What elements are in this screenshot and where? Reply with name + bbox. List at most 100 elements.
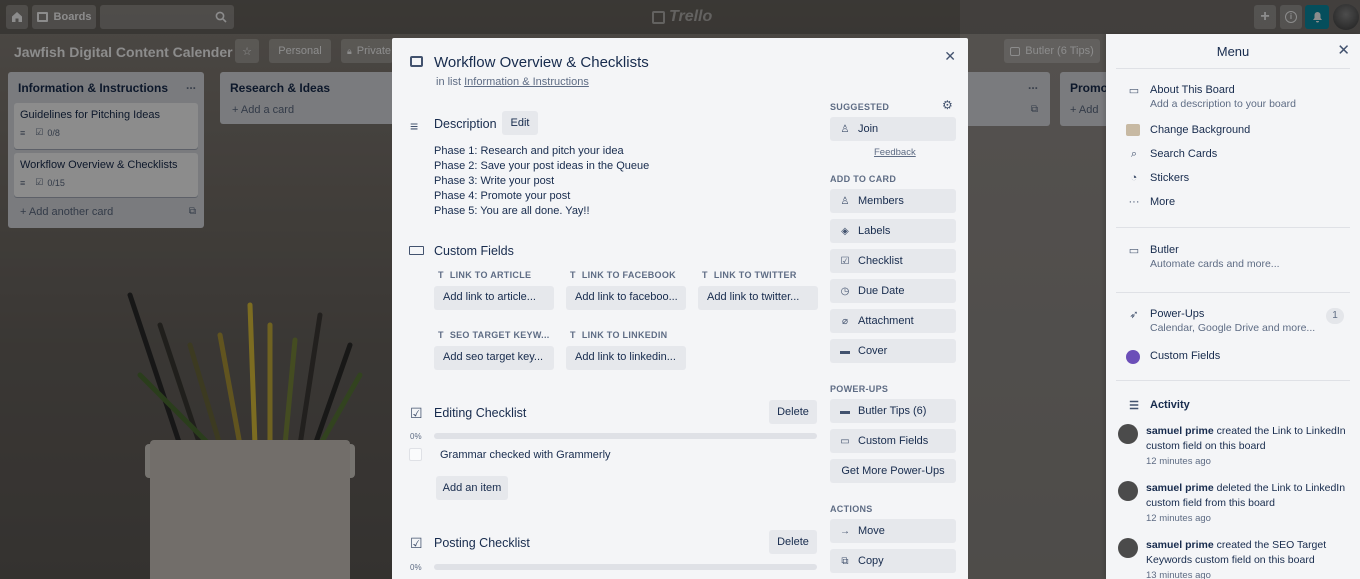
more-item[interactable]: ··· More xyxy=(1126,196,1176,208)
checklist-item-text[interactable]: Grammar checked with Grammerly xyxy=(440,449,611,461)
activity-time[interactable]: 12 minutes ago xyxy=(1146,511,1350,526)
stickers-item[interactable]: ◔ Stickers xyxy=(1126,172,1189,184)
more-icon: ··· xyxy=(1128,196,1140,208)
field-label-facebook: T LINK TO FACEBOOK xyxy=(570,270,676,280)
link-to-twitter-field[interactable]: Add link to twitter... xyxy=(698,286,818,310)
about-board-item[interactable]: ▭ About This Board Add a description to … xyxy=(1126,84,1296,110)
custom-fields-button[interactable]: ▭ Custom Fields xyxy=(830,429,956,453)
avatar[interactable] xyxy=(1118,481,1138,501)
avatar[interactable] xyxy=(1118,424,1138,444)
change-background-item[interactable]: Change Background xyxy=(1126,124,1250,136)
copy-icon: ⧉ xyxy=(841,555,849,567)
search-cards-item[interactable]: ⌕ Search Cards xyxy=(1126,148,1217,161)
activity-user[interactable]: samuel prime xyxy=(1146,539,1214,551)
checklist-progress-bar xyxy=(434,564,817,570)
activity-entry: samuel prime created the Link to LinkedI… xyxy=(1118,424,1350,469)
activity-user[interactable]: samuel prime xyxy=(1146,482,1214,494)
in-list-line: in list Information & Instructions xyxy=(436,76,589,88)
custom-fields-label: Custom Fields xyxy=(1150,350,1221,362)
custom-fields-icon: ▭ xyxy=(840,435,850,447)
close-icon: ✕ xyxy=(944,48,956,64)
field-label-twitter: T LINK TO TWITTER xyxy=(702,270,797,280)
description-line: Phase 3: Write your post xyxy=(434,175,555,187)
search-cards-label: Search Cards xyxy=(1150,148,1218,160)
close-card-button[interactable]: ✕ xyxy=(944,48,956,65)
posting-checklist-title[interactable]: Posting Checklist xyxy=(434,536,530,550)
attachment-button[interactable]: ⌀ Attachment xyxy=(830,309,956,333)
powerups-count-badge: 1 xyxy=(1326,308,1344,324)
person-icon: ♙ xyxy=(840,195,850,207)
delete-editing-checklist-button[interactable]: Delete xyxy=(769,400,817,424)
about-board-sub: Add a description to your board xyxy=(1150,98,1296,110)
checklist-icon: ☑ xyxy=(840,255,850,267)
text-field-icon: T xyxy=(570,330,576,340)
text-field-icon: T xyxy=(702,270,708,280)
about-board-label: About This Board xyxy=(1150,84,1235,96)
due-date-button[interactable]: ◷ Due Date xyxy=(830,279,956,303)
seo-target-keywords-field[interactable]: Add seo target key... xyxy=(434,346,554,370)
description-line: Phase 4: Promote your post xyxy=(434,190,571,202)
butler-item[interactable]: ▭ Butler Automate cards and more... xyxy=(1126,244,1280,270)
activity-time[interactable]: 13 minutes ago xyxy=(1146,568,1350,579)
add-checklist-item-button[interactable]: Add an item xyxy=(436,476,508,500)
field-label-linkedin: T LINK TO LINKEDIN xyxy=(570,330,668,340)
cover-button[interactable]: ▬ Cover xyxy=(830,339,956,363)
custom-fields-icon xyxy=(409,246,424,255)
members-button[interactable]: ♙ Members xyxy=(830,189,956,213)
activity-entry: samuel prime deleted the Link to LinkedI… xyxy=(1118,481,1350,526)
custom-fields-icon xyxy=(1126,350,1140,364)
butler-icon: ▭ xyxy=(1128,245,1140,257)
custom-fields-powerup-item[interactable]: Custom Fields xyxy=(1126,350,1220,364)
field-label-seo: T SEO TARGET KEYW... xyxy=(438,330,550,340)
powerups-item[interactable]: ➶ Power-Ups Calendar, Google Drive and m… xyxy=(1126,308,1315,334)
feedback-link[interactable]: Feedback xyxy=(874,147,916,158)
link-to-linkedin-field[interactable]: Add link to linkedin... xyxy=(566,346,686,370)
card-detail-modal: ✕ Workflow Overview & Checklists in list… xyxy=(392,38,968,579)
editing-checklist-title[interactable]: Editing Checklist xyxy=(434,406,526,420)
butler-icon: ▬ xyxy=(840,405,850,417)
avatar[interactable] xyxy=(1118,538,1138,558)
butler-tips-button[interactable]: ▬ Butler Tips (6) xyxy=(830,399,956,423)
in-list-link[interactable]: Information & Instructions xyxy=(464,76,589,88)
cover-icon: ▬ xyxy=(840,345,850,357)
edit-description-button[interactable]: Edit xyxy=(502,111,538,135)
description-heading: Description xyxy=(434,117,497,131)
suggested-heading: SUGGESTED xyxy=(830,102,890,112)
description-text[interactable]: Phase 1: Research and pitch your idea Ph… xyxy=(434,144,649,219)
description-line: Phase 2: Save your post ideas in the Que… xyxy=(434,160,650,172)
close-menu-button[interactable]: ✕ xyxy=(1337,41,1350,59)
activity-label: Activity xyxy=(1150,399,1190,411)
field-label-article: T LINK TO ARTICLE xyxy=(438,270,532,280)
activity-heading: ☰ Activity xyxy=(1126,399,1190,412)
in-list-prefix: in list xyxy=(436,76,462,88)
change-background-label: Change Background xyxy=(1150,124,1251,136)
copy-button[interactable]: ⧉ Copy xyxy=(830,549,956,573)
stickers-label: Stickers xyxy=(1150,172,1190,184)
delete-posting-checklist-button[interactable]: Delete xyxy=(769,530,817,554)
arrow-right-icon: → xyxy=(840,525,850,537)
clock-icon: ◷ xyxy=(840,285,850,297)
butler-title: Butler xyxy=(1150,244,1179,256)
add-to-card-heading: ADD TO CARD xyxy=(830,174,897,184)
join-label: Join xyxy=(858,123,879,135)
link-to-facebook-field[interactable]: Add link to faceboo... xyxy=(566,286,686,310)
menu-title: Menu xyxy=(1216,44,1250,59)
powerups-sub: Calendar, Google Drive and more... xyxy=(1150,322,1316,334)
move-button[interactable]: → Move xyxy=(830,519,956,543)
checklist-item-checkbox[interactable] xyxy=(409,448,422,461)
activity-time[interactable]: 12 minutes ago xyxy=(1146,454,1350,469)
get-more-powerups-button[interactable]: Get More Power-Ups xyxy=(830,459,956,483)
search-icon: ⌕ xyxy=(1130,148,1138,160)
link-to-article-field[interactable]: Add link to article... xyxy=(434,286,554,310)
background-swatch-icon xyxy=(1126,124,1140,136)
activity-user[interactable]: samuel prime xyxy=(1146,425,1214,437)
checklist-progress-bar xyxy=(434,433,817,439)
custom-fields-heading: Custom Fields xyxy=(434,244,514,258)
card-title[interactable]: Workflow Overview & Checklists xyxy=(434,54,649,71)
labels-button[interactable]: ◈ Labels xyxy=(830,219,956,243)
settings-gear-icon[interactable]: ⚙ xyxy=(942,98,953,112)
text-field-icon: T xyxy=(570,270,576,280)
checklist-button[interactable]: ☑ Checklist xyxy=(830,249,956,273)
person-icon: ♙ xyxy=(840,123,850,135)
join-button[interactable]: ♙ Join xyxy=(830,117,956,141)
